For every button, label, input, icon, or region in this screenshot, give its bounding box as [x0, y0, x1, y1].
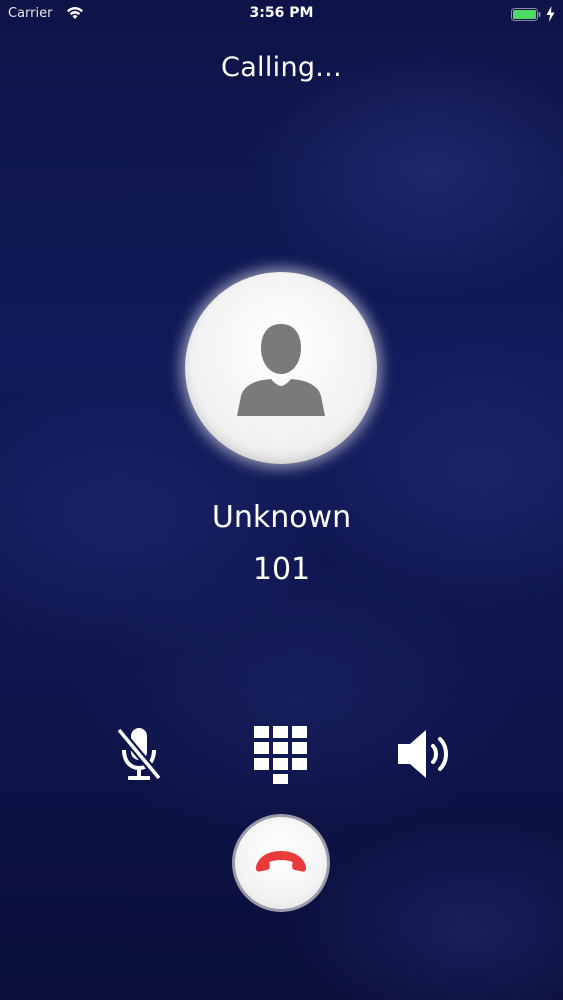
- caller-number: 101: [252, 552, 311, 587]
- speaker-icon: [394, 722, 458, 786]
- speaker-button[interactable]: [394, 722, 458, 786]
- battery-icon: [511, 8, 541, 21]
- end-call-button[interactable]: [232, 814, 330, 912]
- avatar: [185, 272, 377, 464]
- keypad-button[interactable]: [250, 722, 314, 786]
- call-screen: Carrier 3:56 PM Calling... Unknown 101: [0, 0, 563, 1000]
- hangup-phone-icon: [254, 845, 308, 881]
- person-icon: [231, 322, 331, 418]
- microphone-muted-icon: [107, 722, 171, 786]
- charging-bolt-icon: [546, 6, 555, 22]
- mute-button[interactable]: [107, 722, 171, 786]
- caller-name: Unknown: [211, 500, 352, 535]
- status-bar: Carrier 3:56 PM: [0, 0, 563, 28]
- call-status-label: Calling...: [221, 52, 342, 83]
- status-time: 3:56 PM: [249, 5, 314, 21]
- keypad-icon: [250, 722, 314, 786]
